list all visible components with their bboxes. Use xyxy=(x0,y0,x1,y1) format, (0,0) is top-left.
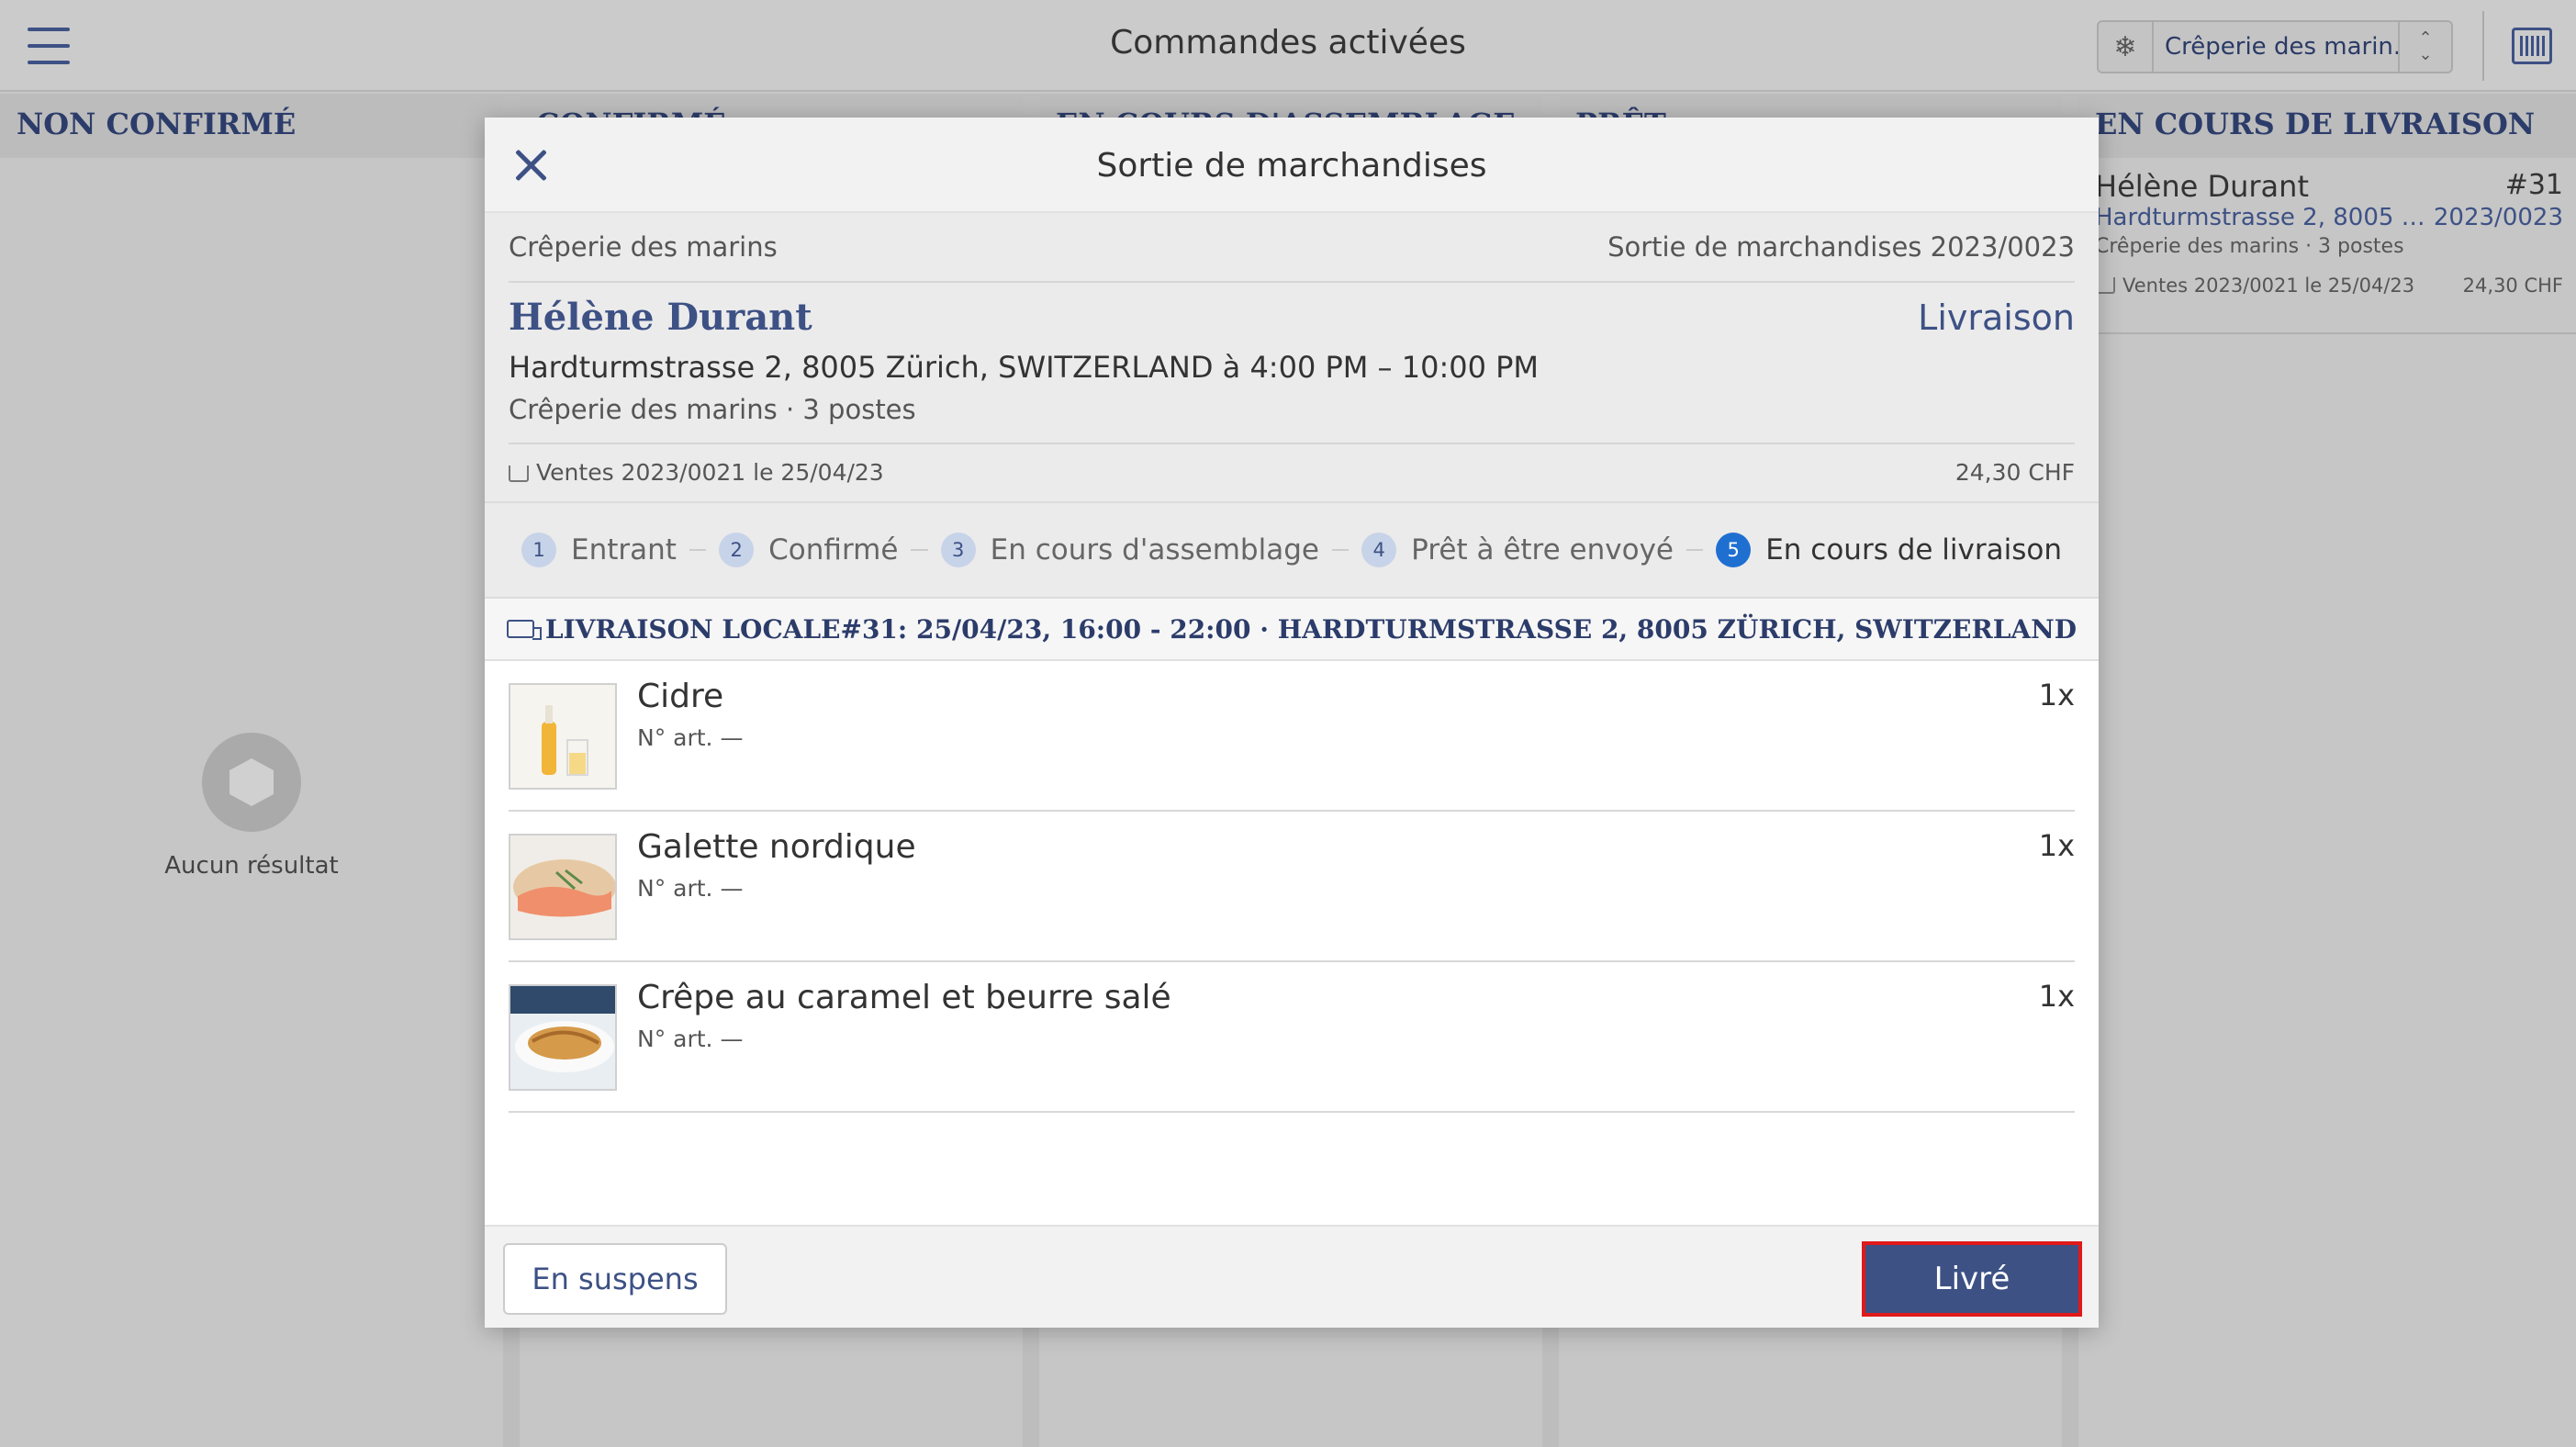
column-unconfirmed: NON CONFIRMÉ Aucun résultat xyxy=(0,94,503,1447)
item-article-number: N° art. — xyxy=(637,1026,744,1052)
divider xyxy=(2482,11,2484,81)
step-ready[interactable]: 4 Prêt à être envoyé xyxy=(1361,533,1674,567)
step-label: En cours d'assemblage xyxy=(990,533,1319,566)
empty-state: Aucun résultat xyxy=(0,733,503,880)
store-name: Crêperie des marins xyxy=(509,231,778,263)
item-quantity: 1x xyxy=(2038,828,2075,863)
order-subtitle: Crêperie des marins · 3 postes xyxy=(509,394,916,425)
store-select-value: Crêperie des marin... xyxy=(2165,33,2398,61)
list-item: Cidre N° art. — 1x xyxy=(509,661,2075,812)
customer-name: Hélène Durant xyxy=(509,296,812,339)
item-article-number: N° art. — xyxy=(637,724,744,751)
cart-icon xyxy=(509,465,529,482)
card-reference: 2023/0023 xyxy=(2433,204,2563,231)
column-title: NON CONFIRMÉ xyxy=(0,94,503,158)
step-connector xyxy=(1331,549,1350,551)
store-select[interactable]: ❄ Crêperie des marin... ⌃ ⌄ xyxy=(2097,20,2453,73)
step-number: 5 xyxy=(1716,533,1752,567)
on-hold-button[interactable]: En suspens xyxy=(503,1243,727,1315)
delivery-address: Hardturmstrasse 2, 8005 Zürich, SWITZERL… xyxy=(509,350,1540,385)
step-number: 1 xyxy=(521,533,556,567)
dialog-header: Sortie de marchandises xyxy=(485,118,2099,213)
delivery-info-bar: LIVRAISON LOCALE#31: 25/04/23, 16:00 - 2… xyxy=(485,599,2099,661)
card-amount: 24,30 CHF xyxy=(2462,275,2563,297)
document-reference: Sortie de marchandises 2023/0023 xyxy=(1607,231,2075,263)
order-amount: 24,30 CHF xyxy=(1954,458,2075,486)
goods-issue-dialog: Sortie de marchandises Crêperie des mari… xyxy=(485,118,2099,1328)
dialog-footer: En suspens Livré xyxy=(485,1225,2099,1328)
item-article-number: N° art. — xyxy=(637,875,744,902)
product-image xyxy=(509,683,617,790)
product-image xyxy=(509,984,617,1091)
card-subtitle: Crêperie des marins · 3 postes xyxy=(2095,235,2404,258)
step-delivering[interactable]: 5 En cours de livraison xyxy=(1716,533,2062,567)
card-sale: Ventes 2023/0021 le 25/04/23 xyxy=(2122,275,2415,297)
delivered-button[interactable]: Livré xyxy=(1862,1241,2082,1317)
barcode-scanner-icon[interactable] xyxy=(2512,28,2552,64)
step-incoming[interactable]: 1 Entrant xyxy=(521,533,677,567)
empty-state-text: Aucun résultat xyxy=(164,852,339,880)
list-item: Crêpe au caramel et beurre salé N° art. … xyxy=(509,962,2075,1113)
card-address: Hardturmstrasse 2, 8005 Zür... xyxy=(2095,204,2425,231)
column-title: EN COURS DE LIVRAISON xyxy=(2078,94,2576,158)
order-type: Livraison xyxy=(1918,297,2075,338)
item-name: Galette nordique xyxy=(637,828,916,866)
order-summary: Crêperie des marins Sortie de marchandis… xyxy=(485,213,2099,501)
sale-reference: Ventes 2023/0021 le 25/04/23 xyxy=(536,458,884,486)
list-item: Galette nordique N° art. — 1x xyxy=(509,812,2075,962)
step-number: 3 xyxy=(940,533,976,567)
card-customer-name: Hélène Durant xyxy=(2095,169,2309,204)
top-bar: Commandes activées ❄ Crêperie des marin.… xyxy=(0,0,2576,92)
step-connector xyxy=(1686,549,1704,551)
step-label: Confirmé xyxy=(768,533,899,566)
chevron-updown-icon: ⌃ ⌄ xyxy=(2398,22,2451,72)
dialog-title: Sortie de marchandises xyxy=(1096,147,1487,185)
step-label: Entrant xyxy=(571,533,677,566)
step-connector xyxy=(911,549,928,551)
step-assembling[interactable]: 3 En cours d'assemblage xyxy=(940,533,1319,567)
store-icon: ❄ xyxy=(2099,22,2154,72)
order-card[interactable]: Hélène Durant #31 Hardturmstrasse 2, 800… xyxy=(2095,156,2576,334)
step-number: 4 xyxy=(1361,533,1397,567)
step-label: Prêt à être envoyé xyxy=(1411,533,1674,566)
status-stepper: 1 Entrant 2 Confirmé 3 En cours d'assemb… xyxy=(485,501,2099,599)
item-name: Crêpe au caramel et beurre salé xyxy=(637,979,1171,1016)
truck-icon xyxy=(507,620,542,640)
item-quantity: 1x xyxy=(2038,678,2075,712)
step-confirmed[interactable]: 2 Confirmé xyxy=(719,533,898,567)
step-connector xyxy=(689,549,707,551)
card-order-number: #31 xyxy=(2504,169,2563,201)
item-name: Cidre xyxy=(637,678,724,715)
step-number: 2 xyxy=(719,533,755,567)
product-image xyxy=(509,834,617,940)
step-label: En cours de livraison xyxy=(1765,533,2062,566)
delivery-info: LIVRAISON LOCALE#31: 25/04/23, 16:00 - 2… xyxy=(544,613,2077,645)
empty-box-icon xyxy=(202,733,301,832)
item-list: Cidre N° art. — 1x Galette nordique N° a… xyxy=(485,661,2099,1113)
item-quantity: 1x xyxy=(2038,979,2075,1014)
